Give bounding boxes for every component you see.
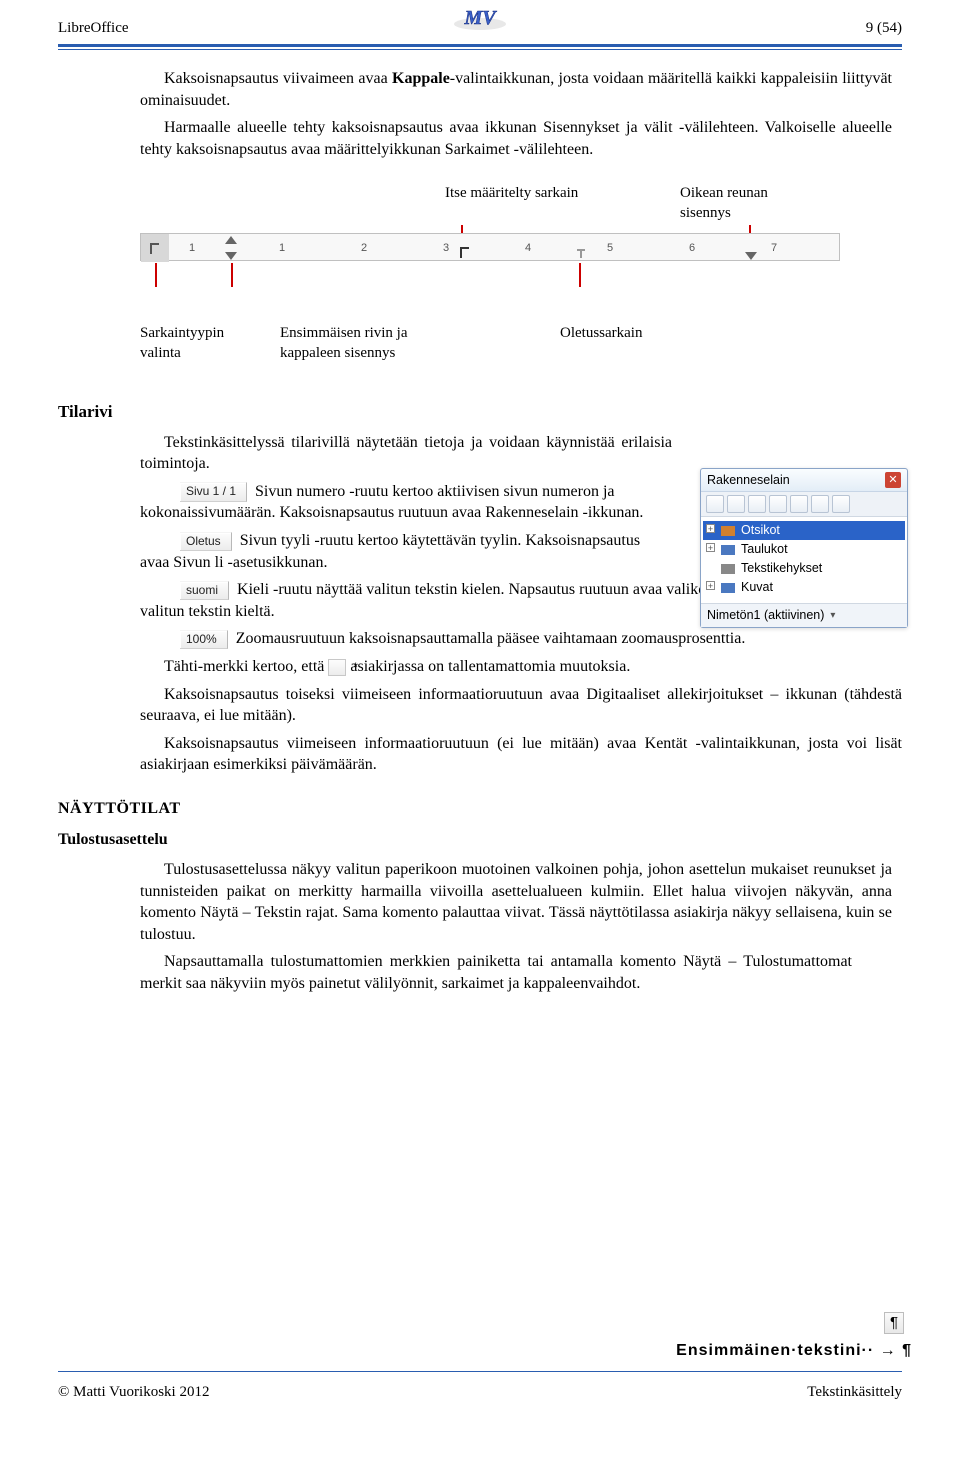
label-custom-tab: Itse määritelty sarkain xyxy=(445,183,585,203)
heading-tilarivi: Tilarivi xyxy=(58,401,902,424)
status-chip-page[interactable]: Sivu 1 / 1 xyxy=(180,482,247,501)
expand-icon[interactable]: + xyxy=(706,543,715,552)
tilarivi-fields-text: Kaksoisnapsautus viimeiseen informaatior… xyxy=(140,733,902,776)
pilcrow-button[interactable]: ¶ xyxy=(884,1312,904,1334)
tables-icon xyxy=(721,545,735,555)
heading-nayttotilat: NÄYTTÖTILAT xyxy=(58,798,902,820)
ruler-strip: 1 1 2 3 4 5 6 7 xyxy=(140,233,840,261)
navigator-item-textframes[interactable]: Tekstikehykset xyxy=(703,559,905,578)
mv-logo: MV xyxy=(451,4,509,34)
status-chip-style[interactable]: Oletus xyxy=(180,532,232,551)
nav-toolbar-button[interactable] xyxy=(706,495,724,513)
nav-toolbar-button[interactable] xyxy=(832,495,850,513)
label-tab-type: Sarkaintyypin valinta xyxy=(140,323,260,364)
footer-rule xyxy=(58,1371,902,1372)
nav-toolbar-button[interactable] xyxy=(790,495,808,513)
close-icon[interactable]: ✕ xyxy=(885,472,901,488)
navigator-item-images[interactable]: + Kuvat xyxy=(703,578,905,597)
ruler-bottom-labels: Sarkaintyypin valinta Ensimmäisen rivin … xyxy=(140,323,902,383)
nav-toolbar-button[interactable] xyxy=(727,495,745,513)
ruler-diagram: Itse määritelty sarkain Oikean reunan si… xyxy=(140,183,902,303)
footer-left: © Matti Vuorikoski 2012 xyxy=(58,1382,209,1402)
navigator-item-headings[interactable]: + Otsikot xyxy=(703,521,905,540)
intro-paragraph-1: Kaksoisnapsautus viivaimeen avaa Kappale… xyxy=(140,68,892,111)
navigator-panel[interactable]: Rakenneselain ✕ + Otsikot + xyxy=(700,468,908,628)
expand-icon[interactable]: + xyxy=(706,581,715,590)
navigator-toolbar xyxy=(701,492,907,517)
heading-tulostusasettelu: Tulostusasettelu xyxy=(58,829,902,851)
header-rule xyxy=(58,44,902,50)
tilarivi-zoom-text: Zoomausruutuun kaksoisnapsauttamalla pää… xyxy=(236,630,746,647)
tilarivi-signatures-text: Kaksoisnapsautus toiseksi viimeiseen inf… xyxy=(140,684,902,727)
nav-toolbar-button[interactable] xyxy=(769,495,787,513)
images-icon xyxy=(721,583,735,593)
chevron-down-icon[interactable]: ▾ xyxy=(830,609,835,623)
status-chip-language[interactable]: suomi xyxy=(180,581,229,600)
navigator-list: + Otsikot + Taulukot Tekstikehykset + Ku… xyxy=(701,517,907,603)
nayttotilat-p2: Napsauttamalla tulostumattomien merkkien… xyxy=(140,951,892,994)
svg-text:MV: MV xyxy=(463,7,497,29)
expand-icon[interactable]: + xyxy=(706,524,715,533)
nayttotilat-p1: Tulostusasettelussa näkyy valitun paperi… xyxy=(140,859,892,945)
tilarivi-intro: Tekstinkäsittelyssä tilarivillä näytetää… xyxy=(140,432,672,475)
tilarivi-star-text: Tähti-merkki kertoo, että * asiakirjassa… xyxy=(140,656,902,678)
status-chip-modified[interactable]: * xyxy=(328,659,346,676)
label-default-tab: Oletussarkain xyxy=(560,323,700,343)
header-left: LibreOffice xyxy=(58,18,129,38)
nav-toolbar-button[interactable] xyxy=(811,495,829,513)
sample-text: Ensimmäinen·tekstini·· → ¶ xyxy=(676,1340,912,1362)
label-first-line-indent: Ensimmäisen rivin ja kappaleen sisennys xyxy=(280,323,460,364)
navigator-item-tables[interactable]: + Taulukot xyxy=(703,540,905,559)
status-chip-zoom[interactable]: 100% xyxy=(180,630,228,649)
intro-paragraph-2: Harmaalle alueelle tehty kaksoisnapsautu… xyxy=(140,117,892,160)
nav-toolbar-button[interactable] xyxy=(748,495,766,513)
header-right: 9 (54) xyxy=(866,18,902,38)
navigator-title: Rakenneselain xyxy=(707,472,790,489)
footer-right: Tekstinkäsittely xyxy=(807,1382,902,1402)
textframes-icon xyxy=(721,564,735,574)
headings-icon xyxy=(721,526,735,536)
navigator-footer[interactable]: Nimetön1 (aktiivinen) ▾ xyxy=(701,603,907,627)
label-right-indent: Oikean reunan sisennys xyxy=(680,183,820,224)
